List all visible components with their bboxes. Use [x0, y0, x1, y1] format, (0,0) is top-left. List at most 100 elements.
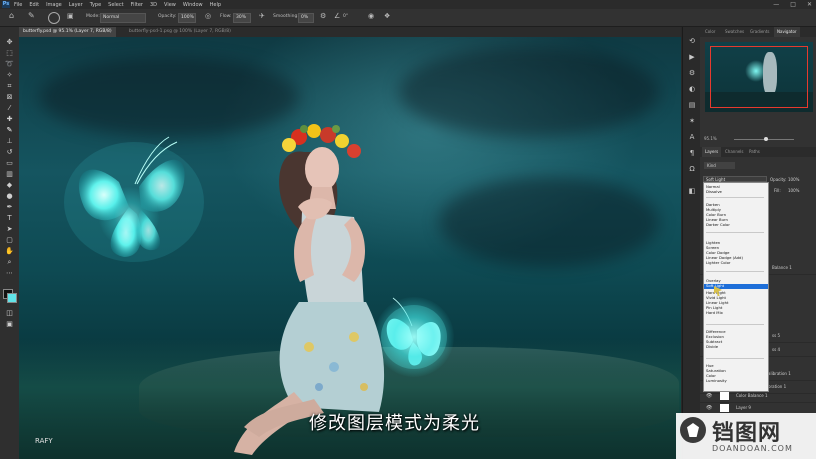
- tab-channels[interactable]: Channels: [722, 147, 747, 157]
- menu-3d[interactable]: 3D: [150, 2, 157, 8]
- blend-option-selected[interactable]: Soft Light: [704, 283, 768, 289]
- blend-option[interactable]: Dissolve: [706, 189, 722, 195]
- navigator-tab-bar: Color Swatches Gradients Navigator: [700, 27, 816, 37]
- actions-icon[interactable]: ▶: [688, 53, 696, 61]
- visibility-eye-icon[interactable]: 👁: [706, 393, 712, 399]
- screen-mode-icon[interactable]: ▣: [5, 320, 14, 328]
- blend-option[interactable]: Darker Color: [706, 222, 730, 228]
- tools-panel: ✥ ⬚ ➰ ✧ ⌗ ⊠ ⁄ ✚ ✎ ⊥ ↺ ▭ ▥ ◆ ● ✒ T ➤ ▢ ✋ …: [0, 27, 19, 459]
- marquee-tool-icon[interactable]: ⬚: [5, 49, 14, 57]
- photoshop-logo: Ps: [2, 1, 10, 8]
- menu-image[interactable]: Image: [46, 2, 62, 8]
- menu-type[interactable]: Type: [90, 2, 101, 8]
- pen-tool-icon[interactable]: ✒: [5, 203, 14, 211]
- pressure-size-icon[interactable]: ◉: [368, 12, 374, 20]
- home-icon[interactable]: ⌂: [9, 11, 14, 20]
- menu-separator: [706, 358, 764, 359]
- navigator-thumbnail[interactable]: [705, 42, 813, 112]
- zoom-slider-thumb[interactable]: [764, 137, 768, 141]
- smoothing-field[interactable]: 0%: [298, 13, 314, 23]
- libraries-icon[interactable]: ▤: [688, 101, 696, 109]
- blend-option[interactable]: Lighter Color: [706, 260, 731, 266]
- frame-tool-icon[interactable]: ⊠: [5, 93, 14, 101]
- sky-cloud: [439, 177, 659, 267]
- layer-name: bration 1: [768, 384, 787, 389]
- lasso-tool-icon[interactable]: ➰: [5, 60, 14, 68]
- close-icon[interactable]: ✕: [807, 1, 812, 8]
- maximize-icon[interactable]: □: [790, 1, 796, 8]
- background-color-swatch[interactable]: [7, 293, 17, 303]
- layer-filter-kind[interactable]: Kind: [704, 162, 735, 169]
- tab-swatches[interactable]: Swatches: [722, 27, 747, 37]
- tab-navigator[interactable]: Navigator: [774, 27, 800, 37]
- path-selection-tool-icon[interactable]: ➤: [5, 225, 14, 233]
- tab-paths[interactable]: Paths: [746, 147, 763, 157]
- menu-layer[interactable]: Layer: [69, 2, 83, 8]
- menu-file[interactable]: File: [14, 2, 22, 8]
- angle-value[interactable]: 0°: [343, 14, 348, 19]
- visibility-eye-icon[interactable]: 👁: [706, 405, 712, 411]
- menu-edit[interactable]: Edit: [29, 2, 39, 8]
- zoom-value[interactable]: 95.1%: [704, 136, 717, 141]
- brush-settings-icon[interactable]: ▣: [67, 12, 74, 20]
- document-tab[interactable]: butterfly-psd-1.psg @ 100% (Layer 7, RGB…: [125, 27, 235, 37]
- opacity-field[interactable]: 100%: [178, 13, 196, 23]
- menu-select[interactable]: Select: [108, 2, 123, 8]
- blend-mode-dropdown[interactable]: Normal Dissolve Darken Multiply Color Bu…: [703, 182, 769, 392]
- menu-window[interactable]: Window: [183, 2, 203, 8]
- layers-panel-icon[interactable]: ◧: [688, 187, 696, 195]
- clone-stamp-tool-icon[interactable]: ⊥: [5, 137, 14, 145]
- document-canvas[interactable]: 修改图层模式为柔光 RAFY: [19, 37, 681, 459]
- minimize-icon[interactable]: —: [773, 1, 779, 8]
- smoothing-options-icon[interactable]: ⚙: [320, 12, 326, 20]
- mode-label: Mode:: [86, 14, 100, 19]
- brush-preset-icon[interactable]: [48, 12, 60, 24]
- brush-tool-icon[interactable]: ✎: [28, 11, 35, 20]
- brush-tool-icon[interactable]: ✎: [5, 126, 14, 134]
- shape-tool-icon[interactable]: ▢: [5, 236, 14, 244]
- character-icon[interactable]: A: [688, 133, 696, 141]
- document-tab-active[interactable]: butterfly.psd @ 95.1% (Layer 7, RGB/8): [19, 27, 116, 37]
- flow-field[interactable]: 30%: [233, 13, 251, 23]
- healing-brush-tool-icon[interactable]: ✚: [5, 115, 14, 123]
- hand-tool-icon[interactable]: ✋: [5, 247, 14, 255]
- zoom-tool-icon[interactable]: ⌕: [5, 258, 14, 266]
- eyedropper-tool-icon[interactable]: ⁄: [5, 104, 14, 112]
- symmetry-icon[interactable]: ❖: [384, 12, 390, 20]
- move-tool-icon[interactable]: ✥: [5, 38, 14, 46]
- blend-option[interactable]: Hard Mix: [706, 310, 723, 316]
- tab-color[interactable]: Color: [702, 27, 718, 37]
- adjustments-icon[interactable]: ◐: [688, 85, 696, 93]
- styles-icon[interactable]: ✶: [688, 117, 696, 125]
- pressure-opacity-icon[interactable]: ◎: [205, 12, 211, 20]
- more-tools-icon[interactable]: ⋯: [5, 269, 14, 277]
- menu-filter[interactable]: Filter: [131, 2, 143, 8]
- history-brush-tool-icon[interactable]: ↺: [5, 148, 14, 156]
- crop-tool-icon[interactable]: ⌗: [5, 82, 14, 90]
- glyphs-icon[interactable]: Ω: [688, 165, 696, 173]
- gradient-tool-icon[interactable]: ▥: [5, 170, 14, 178]
- menu-help[interactable]: Help: [210, 2, 221, 8]
- blend-option[interactable]: Luminosity: [706, 378, 727, 384]
- menu-view[interactable]: View: [164, 2, 176, 8]
- dodge-tool-icon[interactable]: ●: [5, 192, 14, 200]
- layer-row[interactable]: 👁 Color Balance 1: [700, 391, 816, 403]
- paragraph-icon[interactable]: ¶: [688, 149, 696, 157]
- quick-select-tool-icon[interactable]: ✧: [5, 71, 14, 79]
- menu-separator: [706, 271, 764, 272]
- site-watermark: 铛图网 DOANDOAN.COM: [676, 413, 816, 459]
- blend-option[interactable]: Divide: [706, 344, 718, 350]
- history-icon[interactable]: ⟲: [688, 37, 696, 45]
- mode-select[interactable]: Normal: [100, 13, 146, 23]
- airbrush-icon[interactable]: ✈: [259, 12, 265, 20]
- type-tool-icon[interactable]: T: [5, 214, 14, 222]
- quick-mask-icon[interactable]: ◫: [5, 309, 14, 317]
- layer-fill-value[interactable]: 100%: [788, 188, 799, 193]
- properties-icon[interactable]: ⚙: [688, 69, 696, 77]
- layer-opacity-value[interactable]: 100%: [788, 177, 799, 182]
- tab-layers[interactable]: Layers: [702, 147, 722, 157]
- eraser-tool-icon[interactable]: ▭: [5, 159, 14, 167]
- tab-gradients[interactable]: Gradients: [747, 27, 773, 37]
- blur-tool-icon[interactable]: ◆: [5, 181, 14, 189]
- navigator-view-rect[interactable]: [710, 46, 808, 108]
